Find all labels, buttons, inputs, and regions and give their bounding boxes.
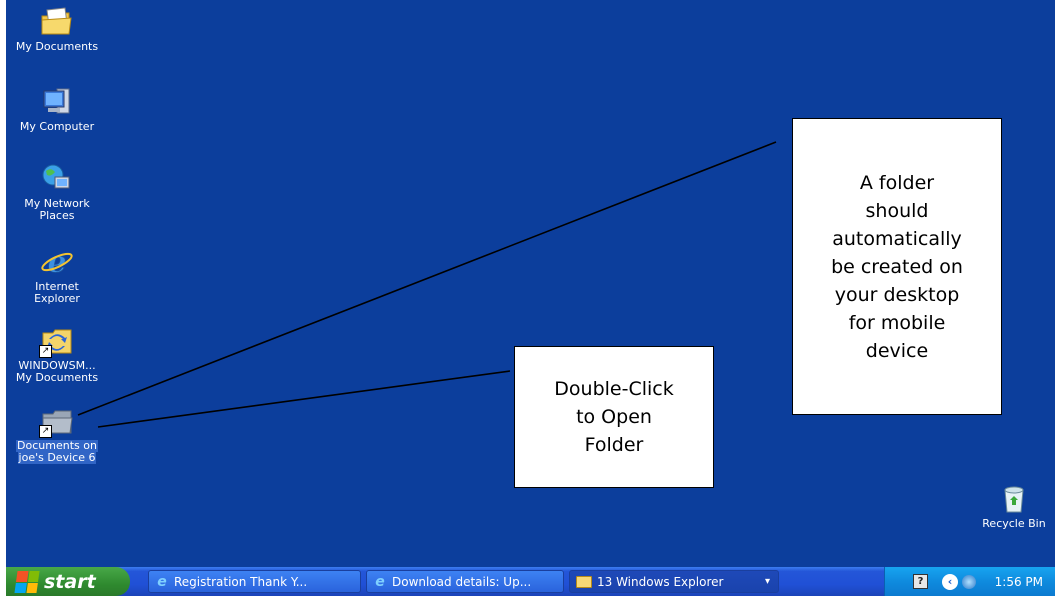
callout-line: Folder	[584, 434, 644, 456]
taskbar-button-label: 13 Windows Explorer	[597, 574, 724, 589]
taskbar: start e Registration Thank Y... e Downlo…	[6, 567, 1055, 596]
internet-explorer-icon: e	[375, 573, 385, 590]
system-tray: ? ‹ 1:56 PM	[884, 567, 1055, 596]
desktop[interactable]: My Documents My Computer My Network Plac…	[6, 0, 1055, 567]
taskbar-button-label: Registration Thank Y...	[174, 574, 308, 589]
callout-line: for mobile	[848, 311, 946, 334]
callout-line: be created on	[831, 255, 963, 278]
callout-line: A folder	[859, 171, 935, 194]
help-icon[interactable]: ?	[913, 574, 928, 589]
taskbar-button-download-details[interactable]: e Download details: Up...	[366, 570, 564, 593]
callout-line: to Open	[576, 406, 652, 428]
chevron-down-icon: ▾	[764, 576, 770, 587]
start-button[interactable]: start	[6, 567, 130, 596]
callout-folder-created: A folder should automatically be created…	[792, 118, 1002, 415]
network-status-icon[interactable]	[962, 574, 976, 589]
callout-double-click: Double-Click to Open Folder	[514, 346, 714, 488]
taskbar-button-label: Download details: Up...	[392, 574, 532, 589]
callout-line: Double-Click	[554, 378, 674, 400]
callout-line: automatically	[832, 227, 962, 250]
callout-line: should	[865, 199, 929, 222]
callout-line: device	[865, 339, 929, 362]
clock[interactable]: 1:56 PM	[995, 575, 1043, 589]
callout-line: your desktop	[834, 283, 960, 306]
pointer-line-double-click	[97, 370, 511, 428]
start-label: start	[44, 570, 96, 593]
windows-flag-icon	[14, 570, 40, 593]
folder-icon	[576, 575, 592, 588]
taskbar-button-windows-explorer-group[interactable]: 13 Windows Explorer ▾	[569, 570, 779, 593]
show-hidden-icons-chevron-icon[interactable]: ‹	[942, 573, 958, 590]
taskbar-button-registration[interactable]: e Registration Thank Y...	[148, 570, 361, 593]
internet-explorer-icon: e	[157, 573, 167, 590]
